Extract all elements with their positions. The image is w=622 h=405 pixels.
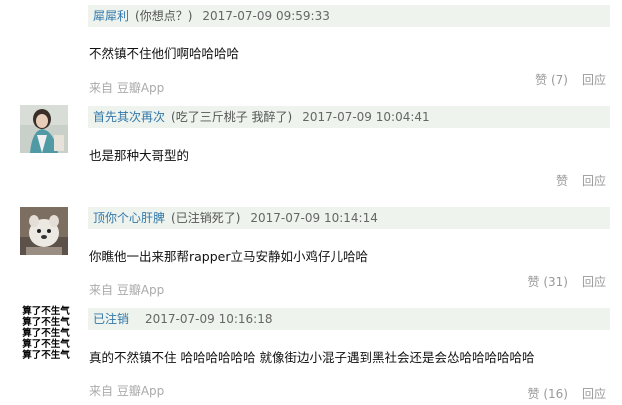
comment-content: 不然镇不住他们啊哈哈哈哈 (89, 46, 240, 61)
avatar[interactable] (20, 105, 68, 153)
comment-meta-bar: 犀犀利 (你想点？) 2017-07-09 09:59:33 (88, 5, 610, 27)
avatar[interactable] (20, 207, 68, 255)
avatar-text-line: 算了不生气 (22, 328, 70, 339)
comment-actions: 赞回应 (556, 172, 606, 189)
avatar-image (20, 207, 68, 255)
avatar-text-line: 算了不生气 (22, 317, 70, 328)
comment-meta-bar: 顶你个心肝脾 (已注销死了) 2017-07-09 10:14:14 (88, 207, 610, 229)
username-link[interactable]: 已注销 (93, 312, 129, 326)
comment-content: 真的不然镇不住 哈哈哈哈哈哈 就像街边小混子遇到黑社会还是会怂哈哈哈哈哈哈 (89, 350, 535, 365)
reply-button[interactable]: 回应 (582, 387, 606, 401)
like-button[interactable]: 赞 (7) (535, 73, 568, 87)
comment-content: 你瞧他一出来那帮rapper立马安静如小鸡仔儿哈哈 (89, 249, 368, 264)
avatar-text-line: 算了不生气 (22, 306, 70, 317)
avatar[interactable]: 算了不生气 算了不生气 算了不生气 算了不生气 算了不生气 (20, 304, 72, 362)
comment-actions: 赞 (16) 回应 (528, 385, 606, 402)
like-button[interactable]: 赞 (556, 174, 568, 188)
comment-actions: 赞 (31) 回应 (528, 273, 606, 290)
comment-content: 也是那种大哥型的 (89, 148, 190, 163)
user-signature: (你想点？) (135, 9, 193, 23)
comment-meta-bar: 已注销 2017-07-09 10:16:18 (88, 308, 610, 330)
comment-time: 2017-07-09 09:59:33 (202, 9, 330, 23)
comment-source: 来自 豆瓣App (89, 384, 165, 398)
comment-source: 来自 豆瓣App (89, 81, 165, 95)
comment-time: 2017-07-09 10:14:14 (250, 211, 378, 225)
user-signature: (已注销死了) (171, 211, 241, 225)
reply-button[interactable]: 回应 (582, 174, 606, 188)
comment-source: 来自 豆瓣App (89, 283, 165, 297)
username-link[interactable]: 顶你个心肝脾 (93, 211, 165, 225)
username-link[interactable]: 犀犀利 (93, 9, 129, 23)
like-button[interactable]: 赞 (31) (528, 275, 568, 289)
avatar-text-line: 算了不生气 (22, 350, 70, 361)
avatar-image (20, 105, 68, 153)
avatar-text-line: 算了不生气 (22, 339, 70, 350)
reply-button[interactable]: 回应 (582, 275, 606, 289)
user-signature: (吃了三斤桃子 我醉了) (171, 110, 293, 124)
reply-button[interactable]: 回应 (582, 73, 606, 87)
comment-meta-bar: 首先其次再次 (吃了三斤桃子 我醉了) 2017-07-09 10:04:41 (88, 106, 610, 128)
comment-actions: 赞 (7) 回应 (535, 71, 606, 88)
comment-time: 2017-07-09 10:16:18 (145, 312, 273, 326)
comment-time: 2017-07-09 10:04:41 (302, 110, 430, 124)
username-link[interactable]: 首先其次再次 (93, 110, 165, 124)
like-button[interactable]: 赞 (16) (528, 387, 568, 401)
